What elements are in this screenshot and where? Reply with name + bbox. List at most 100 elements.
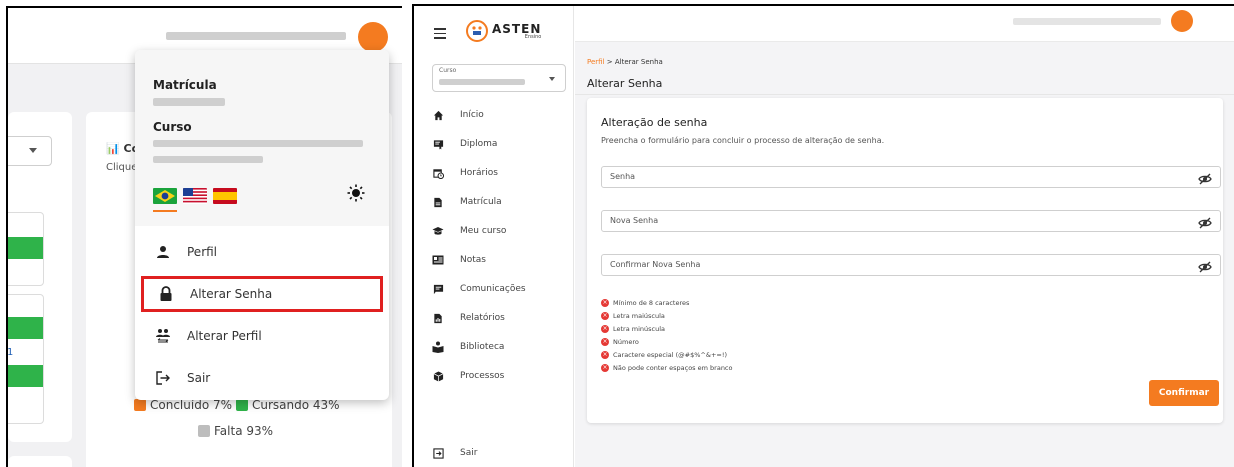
sidebar-item-sair[interactable]: Sair xyxy=(432,444,477,462)
eye-off-icon[interactable] xyxy=(1198,259,1212,273)
error-x-icon: × xyxy=(601,324,609,333)
sidebar-item-processos[interactable]: Processos xyxy=(432,367,504,385)
matricula-heading: Matrícula xyxy=(153,78,217,92)
chart-subtitle: Clique xyxy=(106,162,138,173)
form-description: Preencha o formulário para concluir o pr… xyxy=(601,136,885,145)
course-select[interactable] xyxy=(8,136,52,166)
course-code: o1 xyxy=(7,347,14,358)
menu-item-sair[interactable]: Sair xyxy=(141,360,383,396)
sidebar-item-biblioteca[interactable]: Biblioteca xyxy=(432,338,504,356)
sidebar-item-meu-curso[interactable]: Meu curso xyxy=(432,222,506,240)
password-rule: × Não pode conter espaços em branco xyxy=(601,363,733,372)
sidebar-item-notas[interactable]: Notas xyxy=(432,251,486,269)
sidebar-item-inicio[interactable]: Início xyxy=(432,106,484,124)
legend-item-concluido: Concluído 7% xyxy=(134,398,232,412)
legend-swatch xyxy=(236,399,248,411)
progress-bar xyxy=(8,317,43,339)
box-icon xyxy=(432,370,444,382)
list-item[interactable] xyxy=(8,212,44,286)
brazil-flag-icon[interactable] xyxy=(153,188,177,204)
progress-bar xyxy=(8,237,43,259)
person-icon xyxy=(153,242,173,262)
main-content: Perfil > Alterar Senha Alterar Senha Alt… xyxy=(575,6,1234,467)
breadcrumb-current: Alterar Senha xyxy=(614,58,663,66)
left-panel: o1 b 📊 Co Clique Concluído 7% Cursando 4… xyxy=(6,6,402,467)
password-rule: × Caractere especial (@#$%^&+=!) xyxy=(601,350,727,359)
legend-swatch xyxy=(198,425,210,437)
diploma-icon xyxy=(432,138,444,150)
error-x-icon: × xyxy=(601,363,609,372)
top-bar xyxy=(575,6,1234,42)
sidebar-item-comunicacoes[interactable]: Comunicações xyxy=(432,280,526,298)
breadcrumb-link-perfil[interactable]: Perfil xyxy=(587,58,605,66)
user-name-blurred xyxy=(166,32,346,40)
confirm-button[interactable]: Confirmar xyxy=(1149,380,1219,406)
sidebar-item-horarios[interactable]: Horários xyxy=(432,164,498,182)
confirmar-nova-senha-field[interactable]: Confirmar Nova Senha xyxy=(601,254,1221,276)
graduation-cap-icon xyxy=(432,225,444,237)
course-select[interactable]: Curso xyxy=(432,64,566,92)
senha-field[interactable]: Senha xyxy=(601,166,1221,188)
screenshot-frame: o1 b 📊 Co Clique Concluído 7% Cursando 4… xyxy=(0,0,1234,467)
sidebar: ASTEN Ensino Curso Início Diploma Horári… xyxy=(414,6,574,467)
document-icon xyxy=(432,196,444,208)
user-dropdown-menu: Matrícula Curso Perfil Alterar Senha Alt… xyxy=(135,50,389,400)
legend-item-cursando: Cursando 43% xyxy=(236,398,340,412)
report-icon xyxy=(432,312,444,324)
bar-chart-icon: 📊 xyxy=(106,142,124,155)
curso-value-blurred xyxy=(153,140,363,147)
usa-flag-icon[interactable] xyxy=(183,188,207,204)
password-rule: × Letra minúscula xyxy=(601,324,666,333)
hamburger-menu-icon[interactable] xyxy=(434,28,446,39)
logo: ASTEN Ensino xyxy=(466,20,541,42)
menu-item-label: Perfil xyxy=(187,245,218,259)
error-x-icon: × xyxy=(601,311,609,320)
right-panel: ASTEN Ensino Curso Início Diploma Horári… xyxy=(412,4,1234,467)
nova-senha-field[interactable]: Nova Senha xyxy=(601,210,1221,232)
switch-users-icon xyxy=(153,326,173,346)
sun-icon[interactable] xyxy=(347,184,365,202)
chevron-down-icon xyxy=(549,77,555,81)
selected-language-indicator xyxy=(153,210,177,212)
logout-icon xyxy=(153,368,173,388)
avatar[interactable] xyxy=(358,22,388,52)
logo-subtext: Ensino xyxy=(524,33,542,40)
divider xyxy=(575,94,1234,95)
course-code: b xyxy=(6,395,7,406)
breadcrumb-separator: > xyxy=(606,58,613,66)
form-title: Alteração de senha xyxy=(601,116,708,129)
message-icon xyxy=(432,283,444,295)
eye-off-icon[interactable] xyxy=(1198,171,1212,185)
progress-bar xyxy=(8,365,43,387)
menu-item-alterar-senha[interactable]: Alterar Senha xyxy=(141,276,383,312)
matricula-value-blurred xyxy=(153,98,225,106)
user-name-blurred xyxy=(1013,18,1161,25)
field-label: Senha xyxy=(610,172,636,181)
error-x-icon: × xyxy=(601,350,609,359)
grades-card-icon xyxy=(432,254,444,266)
eye-off-icon[interactable] xyxy=(1198,215,1212,229)
sidebar-item-matricula[interactable]: Matrícula xyxy=(432,193,502,211)
password-rule: × Letra maiúscula xyxy=(601,311,665,320)
course-select-label: Curso xyxy=(439,67,457,74)
list-item[interactable]: o1 b xyxy=(6,294,44,424)
home-icon xyxy=(432,109,444,121)
field-label: Nova Senha xyxy=(610,216,659,225)
logout-icon xyxy=(432,447,444,459)
menu-item-perfil[interactable]: Perfil xyxy=(141,234,383,270)
page-title: Alterar Senha xyxy=(587,77,663,90)
logo-text: ASTEN xyxy=(492,21,542,36)
legend-swatch xyxy=(134,399,146,411)
library-reader-icon xyxy=(432,341,444,353)
sidebar-item-diploma[interactable]: Diploma xyxy=(432,135,497,153)
chevron-down-icon xyxy=(29,148,37,153)
menu-item-label: Alterar Perfil xyxy=(187,329,262,343)
menu-item-alterar-perfil[interactable]: Alterar Perfil xyxy=(141,318,383,354)
password-rule: × Mínimo de 8 caracteres xyxy=(601,298,690,307)
menu-item-label: Sair xyxy=(187,371,211,385)
legend-item-falta: Falta 93% xyxy=(198,424,273,438)
spain-flag-icon[interactable] xyxy=(213,188,237,204)
avatar[interactable] xyxy=(1171,10,1193,32)
sidebar-item-relatorios[interactable]: Relatórios xyxy=(432,309,505,327)
breadcrumb: Perfil > Alterar Senha xyxy=(587,58,663,66)
